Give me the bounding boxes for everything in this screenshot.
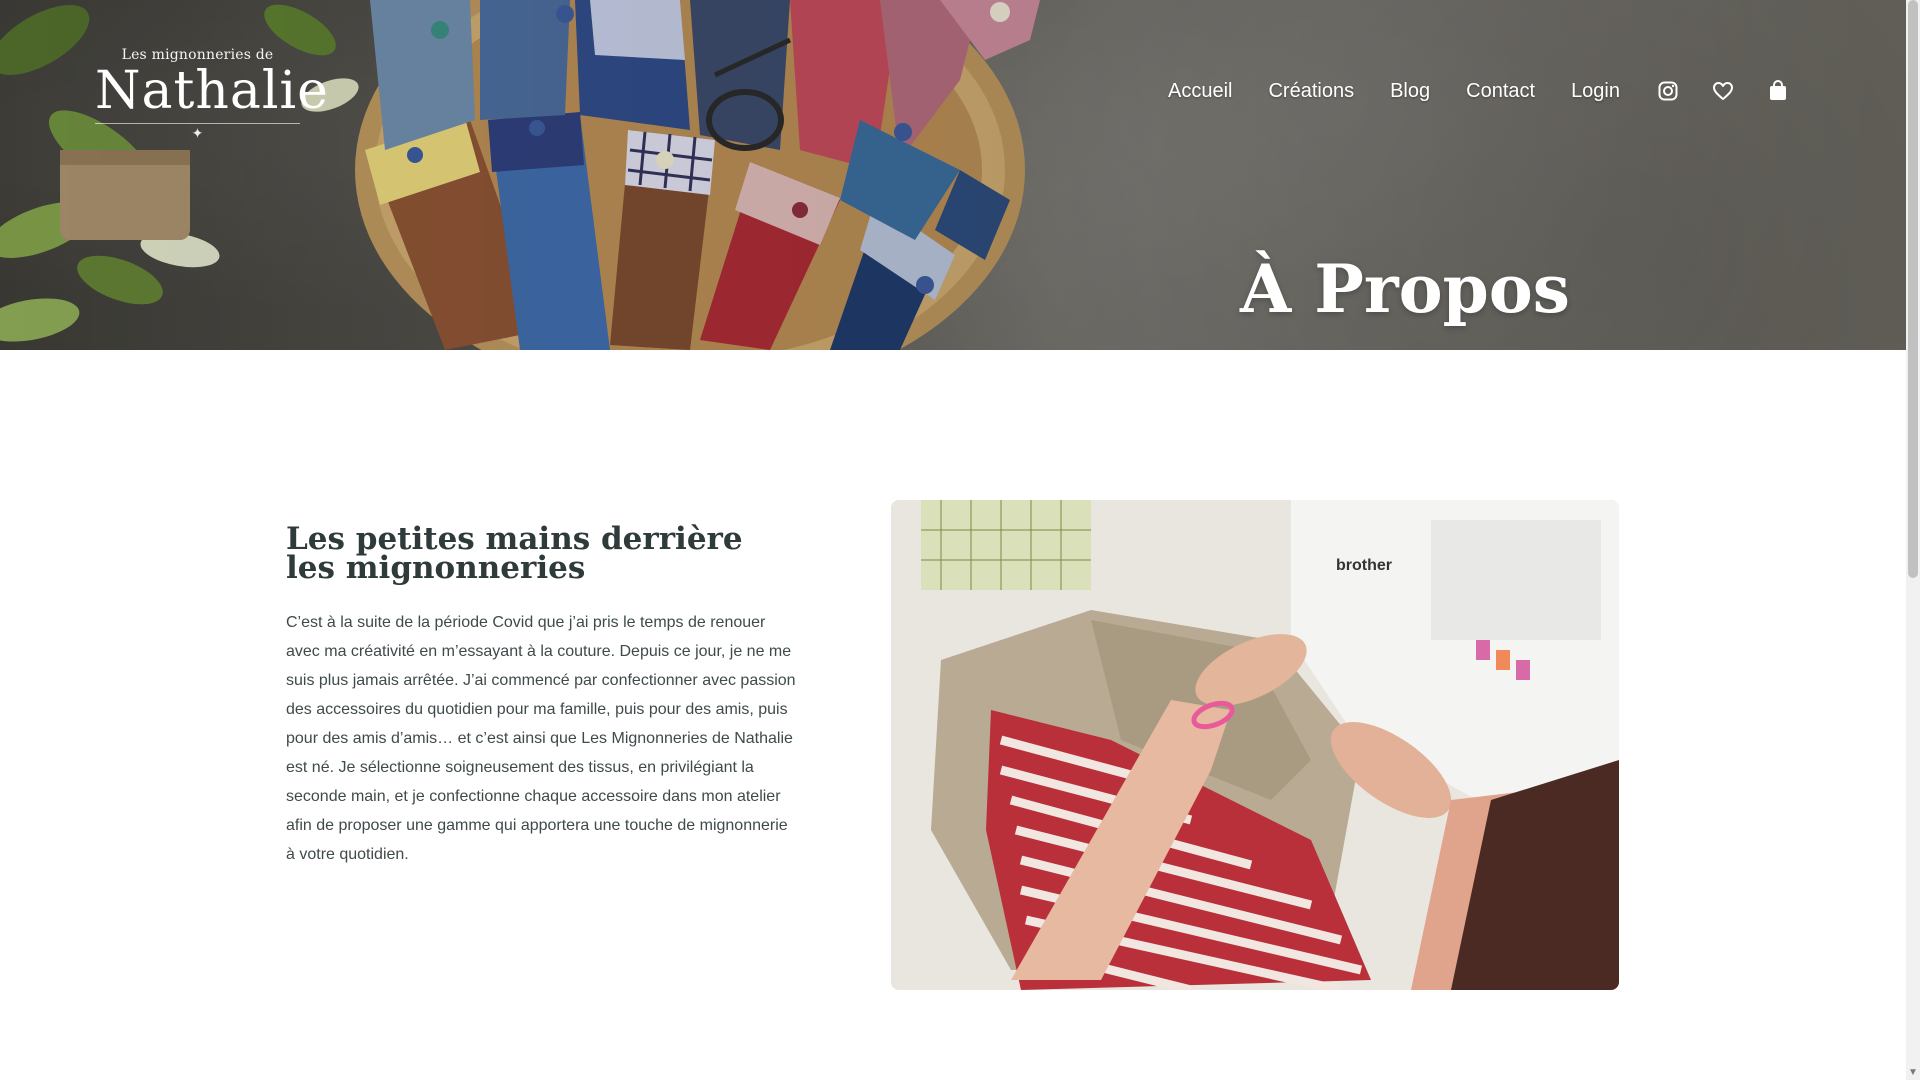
logo-tagline: Les mignonneries de [121,47,274,63]
logo-sparkle-icon: ✦ [191,125,204,141]
site-logo[interactable]: Les mignonneries de Nathalie ✦ [95,47,329,141]
heart-icon[interactable] [1711,79,1735,103]
hero-banner: Les mignonneries de Nathalie ✦ Accueil C… [0,0,1906,350]
nav-item-login[interactable]: Login [1571,76,1620,106]
sewing-photo: brother [891,500,1619,990]
logo-divider [95,123,300,124]
about-heading-line-2: les mignonneries [286,550,586,586]
nav-item-contact[interactable]: Contact [1466,76,1535,106]
main-nav: Accueil Créations Blog Contact Login [1168,76,1790,106]
nav-item-blog[interactable]: Blog [1390,76,1430,106]
scroll-down-icon[interactable]: ▼ [1908,1068,1918,1078]
nav-item-creations[interactable]: Créations [1268,76,1354,106]
machine-brand-label: brother [1336,557,1392,574]
scrollbar[interactable]: ▼ [1906,0,1920,1080]
shopping-bag-icon[interactable] [1766,79,1790,103]
logo-name: Nathalie [95,61,329,121]
instagram-icon[interactable] [1656,79,1680,103]
about-heading: Les petites mains derrière les mignonner… [286,524,806,586]
nav-item-accueil[interactable]: Accueil [1168,76,1232,106]
about-paragraph: C’est à la suite de la période Covid que… [286,614,796,863]
sewing-illustration: brother [891,500,1619,990]
scrollbar-thumb[interactable] [1908,0,1918,578]
page-title: À Propos [1240,250,1570,329]
page: Les mignonneries de Nathalie ✦ Accueil C… [0,0,1920,1080]
